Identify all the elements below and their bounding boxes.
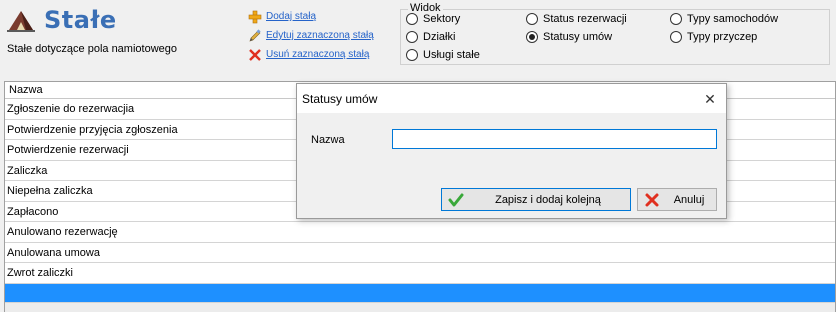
radio-uslugi-stale[interactable]: Usługi stałe <box>406 49 480 61</box>
table-row[interactable]: Anulowana umowa <box>5 242 835 263</box>
dialog-titlebar[interactable]: Statusy umów ✕ <box>297 84 726 113</box>
radio-sektory[interactable]: Sektory <box>406 13 460 25</box>
pencil-icon <box>249 28 261 41</box>
radio-button-icon[interactable] <box>526 13 538 25</box>
add-constant-link[interactable]: Dodaj stałą <box>266 11 316 22</box>
remove-constant-link[interactable]: Usuń zaznaczoną stałą <box>266 49 369 60</box>
nazwa-label: Nazwa <box>311 134 345 146</box>
add-constant-action[interactable]: Dodaj stałą <box>248 7 374 26</box>
header: Stałe Stałe dotyczące pola namiotowego D… <box>0 0 836 76</box>
edit-constant-action[interactable]: Edytuj zaznaczoną stałą <box>248 26 374 45</box>
table-row[interactable]: Anulowano rezerwację <box>5 222 835 243</box>
delete-icon <box>249 48 261 61</box>
edit-constant-link[interactable]: Edytuj zaznaczoną stałą <box>266 30 374 41</box>
radio-button-icon[interactable] <box>406 49 418 61</box>
radio-typy-przyczep[interactable]: Typy przyczep <box>670 31 757 43</box>
radio-statusy-umow[interactable]: Statusy umów <box>526 31 612 43</box>
radio-typy-samochodow[interactable]: Typy samochodów <box>670 13 778 25</box>
radio-button-checked-icon[interactable] <box>526 31 538 43</box>
radio-dzialki[interactable]: Działki <box>406 31 455 43</box>
cancel-button[interactable]: Anuluj <box>637 188 717 211</box>
page-title: Stałe <box>44 6 117 34</box>
radio-button-icon[interactable] <box>670 13 682 25</box>
new-row-selected[interactable] <box>5 283 835 303</box>
remove-constant-action[interactable]: Usuń zaznaczoną stałą <box>248 45 374 64</box>
save-and-add-next-button[interactable]: Zapisz i dodaj kolejną <box>441 188 631 211</box>
radio-button-icon[interactable] <box>406 31 418 43</box>
tent-icon <box>7 11 35 32</box>
plus-icon <box>248 10 262 23</box>
nazwa-input[interactable] <box>392 129 717 149</box>
radio-button-icon[interactable] <box>670 31 682 43</box>
view-groupbox: Widok Sektory Działki Usługi stałe Statu… <box>400 2 830 65</box>
page-subtitle: Stałe dotyczące pola namiotowego <box>7 43 177 55</box>
cancel-x-icon <box>645 193 659 206</box>
action-links: Dodaj stałą Edytuj zaznaczoną stałą Usuń… <box>248 7 374 64</box>
statusy-umow-dialog: Statusy umów ✕ Nazwa Zapisz i dodaj kole… <box>296 83 727 219</box>
radio-button-icon[interactable] <box>406 13 418 25</box>
close-icon[interactable]: ✕ <box>702 91 718 107</box>
checkmark-icon <box>448 193 464 206</box>
table-row[interactable]: Zwrot zaliczki <box>5 263 835 284</box>
dialog-title: Statusy umów <box>302 91 378 106</box>
grid-empty-area <box>5 302 835 312</box>
radio-status-rezerwacji[interactable]: Status rezerwacji <box>526 13 627 25</box>
